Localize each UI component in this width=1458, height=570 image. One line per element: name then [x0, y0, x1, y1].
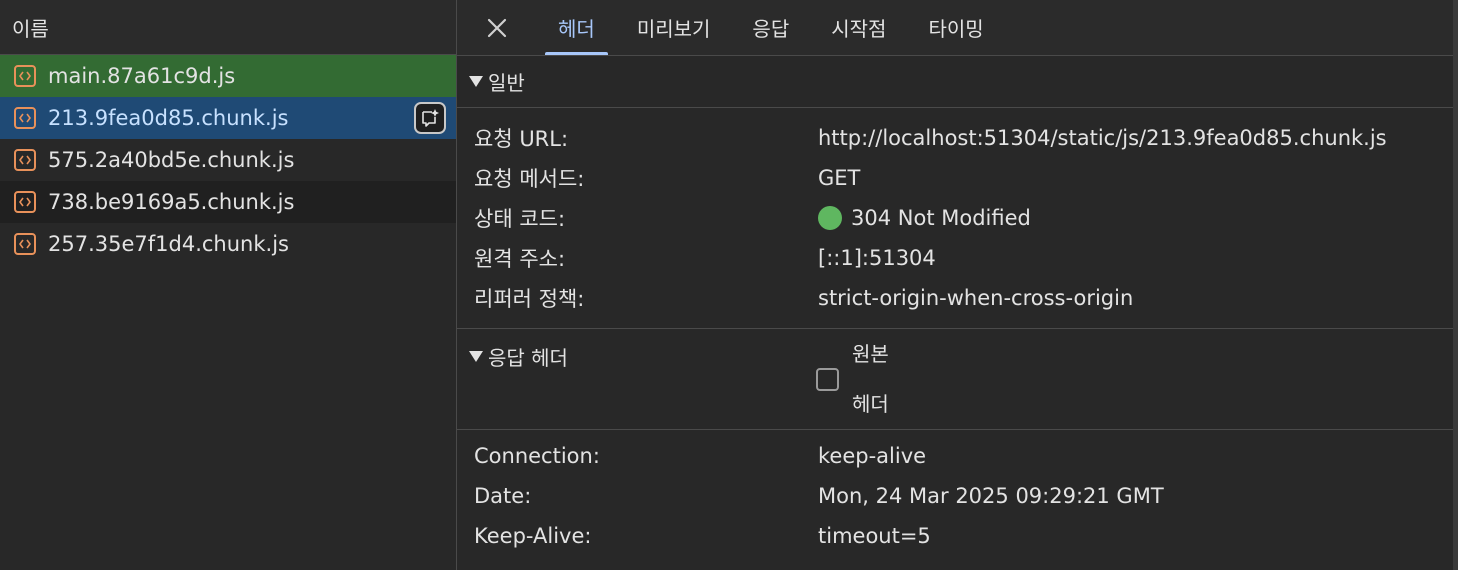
js-file-icon [14, 107, 36, 129]
status-ok-icon [818, 206, 842, 230]
response-headers-section-header: 응답 헤더 원본 헤더 [457, 329, 1453, 430]
tab-timing[interactable]: 타이밍 [907, 0, 1004, 55]
general-row-status: 상태 코드: 304 Not Modified [457, 198, 1453, 238]
response-header-row: Date: Mon, 24 Mar 2025 09:29:21 GMT [457, 476, 1453, 516]
response-headers-body: Connection: keep-alive Date: Mon, 24 Mar… [457, 430, 1453, 556]
request-list-panel: 이름 main.87a61c9d.js 213.9fea0d85.chunk.j… [0, 0, 457, 570]
request-row[interactable]: main.87a61c9d.js [0, 55, 456, 97]
tab-initiator[interactable]: 시작점 [810, 0, 907, 55]
header-value[interactable]: Mon, 24 Mar 2025 09:29:21 GMT [818, 484, 1164, 508]
js-file-icon [14, 191, 36, 213]
general-section-header[interactable]: 일반 [457, 56, 1453, 108]
header-value-status[interactable]: 304 Not Modified [818, 206, 1031, 230]
header-value[interactable]: strict-origin-when-cross-origin [818, 286, 1133, 310]
raw-headers-checkbox[interactable] [816, 367, 839, 391]
request-row[interactable]: 738.be9169a5.chunk.js [0, 181, 456, 223]
general-section-title: 일반 [488, 71, 525, 95]
scrollbar-track[interactable] [1453, 0, 1458, 570]
collapse-triangle-icon [469, 351, 483, 362]
general-section-body: 요청 URL: http://localhost:51304/static/js… [457, 108, 1453, 329]
header-key: Connection: [474, 444, 600, 468]
general-row-request-url: 요청 URL: http://localhost:51304/static/js… [457, 118, 1453, 158]
header-key: Keep-Alive: [474, 524, 592, 548]
raw-headers-label: 원본 헤더 [852, 342, 889, 416]
js-file-icon [14, 65, 36, 87]
request-list: main.87a61c9d.js 213.9fea0d85.chunk.js 5… [0, 55, 456, 265]
response-header-row: Keep-Alive: timeout=5 [457, 516, 1453, 556]
header-key: 요청 메서드: [474, 167, 585, 191]
collapse-triangle-icon [469, 76, 483, 87]
tab-response[interactable]: 응답 [731, 0, 810, 55]
header-value[interactable]: GET [818, 166, 860, 190]
header-value[interactable]: timeout=5 [818, 524, 931, 548]
header-key: Date: [474, 484, 532, 508]
close-details-button[interactable] [457, 0, 537, 55]
close-icon [487, 18, 507, 37]
header-value[interactable]: http://localhost:51304/static/js/213.9fe… [818, 126, 1387, 150]
request-row-selected[interactable]: 213.9fea0d85.chunk.js [0, 97, 456, 139]
request-details-panel: 헤더 미리보기 응답 시작점 타이밍 일반 요청 URL: http://loc… [457, 0, 1453, 570]
js-file-icon [14, 233, 36, 255]
details-tabbar: 헤더 미리보기 응답 시작점 타이밍 [457, 0, 1453, 56]
raw-headers-toggle[interactable]: 원본 헤더 [816, 329, 900, 429]
header-key: 원격 주소: [474, 247, 566, 271]
header-value[interactable]: [::1]:51304 [818, 246, 936, 270]
request-row[interactable]: 257.35e7f1d4.chunk.js [0, 223, 456, 265]
response-header-row: Connection: keep-alive [457, 436, 1453, 476]
ai-assist-button[interactable] [414, 102, 446, 134]
general-row-method: 요청 메서드: GET [457, 158, 1453, 198]
request-name: 738.be9169a5.chunk.js [48, 190, 295, 214]
name-column-label: 이름 [12, 16, 49, 41]
request-name: main.87a61c9d.js [48, 64, 236, 88]
request-name: 575.2a40bd5e.chunk.js [48, 148, 295, 172]
header-key: 리퍼러 정책: [474, 287, 585, 311]
js-file-icon [14, 149, 36, 171]
response-headers-title: 응답 헤더 [488, 346, 568, 370]
name-column-header[interactable]: 이름 [0, 0, 456, 55]
ai-assist-icon [422, 109, 439, 127]
general-row-referrer-policy: 리퍼러 정책: strict-origin-when-cross-origin [457, 278, 1453, 318]
header-key: 요청 URL: [474, 127, 569, 151]
tab-preview[interactable]: 미리보기 [616, 0, 732, 55]
status-text: 304 Not Modified [851, 206, 1031, 230]
tab-headers[interactable]: 헤더 [537, 0, 616, 55]
request-name: 213.9fea0d85.chunk.js [48, 106, 289, 130]
general-row-remote-address: 원격 주소: [::1]:51304 [457, 238, 1453, 278]
header-key: 상태 코드: [474, 207, 566, 231]
response-headers-toggle[interactable]: 응답 헤더 [469, 342, 568, 371]
header-value[interactable]: keep-alive [818, 444, 926, 468]
request-name: 257.35e7f1d4.chunk.js [48, 232, 289, 256]
request-row[interactable]: 575.2a40bd5e.chunk.js [0, 139, 456, 181]
